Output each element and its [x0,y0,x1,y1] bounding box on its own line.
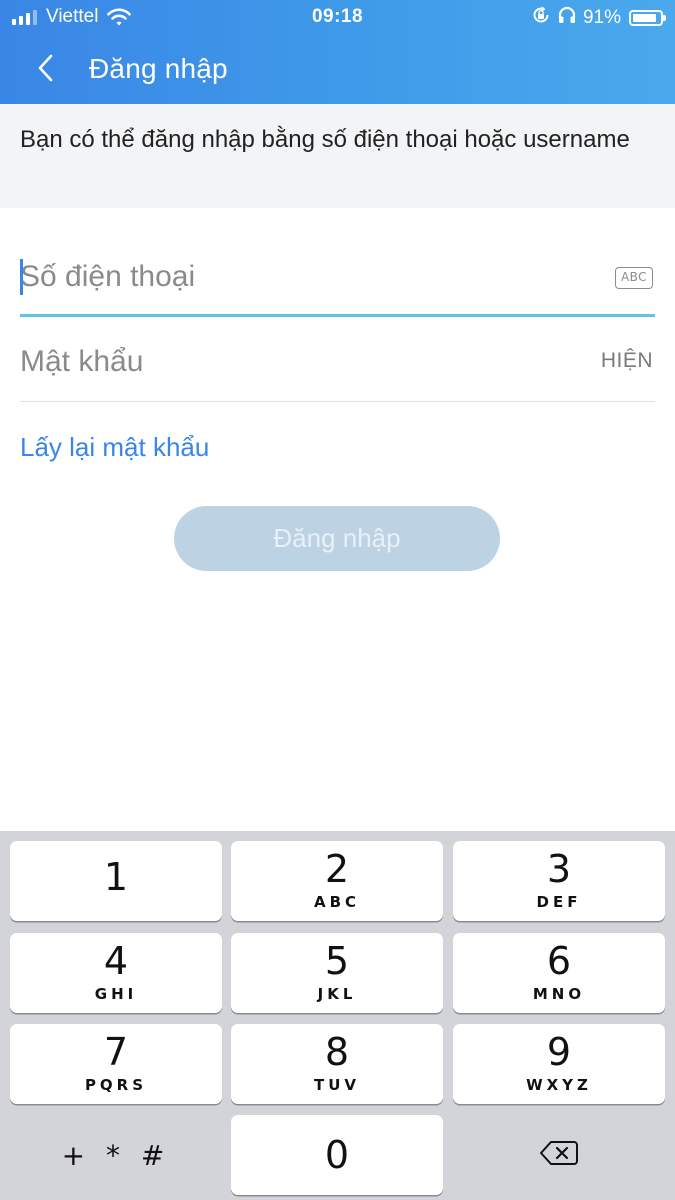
key-digit: 5 [324,939,350,983]
info-text: Bạn có thể đăng nhập bằng số điện thoại … [20,126,630,153]
delete-key[interactable] [453,1115,665,1195]
page-title: Đăng nhập [89,53,228,84]
status-right: 91% [531,5,666,31]
headphones-icon [557,5,577,31]
key-6[interactable]: 6 MNO [453,933,665,1013]
phone-input[interactable] [20,237,580,317]
numeric-keypad: 1 2 ABC 3 DEF 4 GHI 5 JKL 6 MNO 7 PQRS 8… [0,831,675,1200]
key-digit: 2 [324,847,350,891]
nav-bar: Đăng nhập [0,34,675,104]
show-password-toggle[interactable]: HIỆN [601,349,653,373]
header: Viettel 09:18 91% Đăng nhập [0,0,675,104]
backspace-icon [539,1139,579,1172]
battery-level [633,14,657,22]
key-digit: 8 [324,1030,350,1074]
key-digit: 4 [103,939,129,983]
key-letters: ABC [313,893,361,911]
key-digit: 9 [546,1030,572,1074]
forgot-password-link[interactable]: Lấy lại mật khẩu [20,432,209,463]
key-letters: MNO [532,985,586,1003]
key-digit: 6 [546,939,572,983]
password-input[interactable] [20,322,580,402]
key-2[interactable]: 2 ABC [231,841,443,921]
key-letters: DEF [536,893,582,911]
key-0[interactable]: 0 [231,1115,443,1195]
chevron-left-icon [36,53,56,88]
key-letters: WXYZ [526,1076,592,1094]
key-letters: GHI [94,985,138,1003]
key-digit: 3 [546,847,572,891]
battery-icon [629,10,666,26]
key-3[interactable]: 3 DEF [453,841,665,921]
key-1[interactable]: 1 [10,841,222,921]
phone-field[interactable]: ABC [20,237,655,317]
key-4[interactable]: 4 GHI [10,933,222,1013]
back-button[interactable] [26,48,66,92]
text-caret [20,259,23,295]
key-8[interactable]: 8 TUV [231,1024,443,1104]
info-banner: Bạn có thể đăng nhập bằng số điện thoại … [0,104,675,208]
key-letters: PQRS [84,1076,148,1094]
login-button[interactable]: Đăng nhập [174,506,500,571]
key-7[interactable]: 7 PQRS [10,1024,222,1104]
password-field[interactable]: HIỆN [20,322,655,402]
key-digit: 0 [324,1133,350,1177]
key-letters: JKL [317,985,357,1003]
key-letters: TUV [313,1076,361,1094]
key-digit: 7 [103,1030,129,1074]
orientation-lock-icon [531,5,551,31]
key-5[interactable]: 5 JKL [231,933,443,1013]
symbols-key[interactable]: + * # [10,1115,222,1195]
key-9[interactable]: 9 WXYZ [453,1024,665,1104]
battery-percent: 91% [582,7,621,28]
key-digit: 1 [103,855,129,899]
login-screen: Viettel 09:18 91% Đăng nhập Bạn có thể đ… [0,0,675,1200]
status-bar: Viettel 09:18 91% [0,0,675,34]
keyboard-type-badge[interactable]: ABC [615,267,653,289]
